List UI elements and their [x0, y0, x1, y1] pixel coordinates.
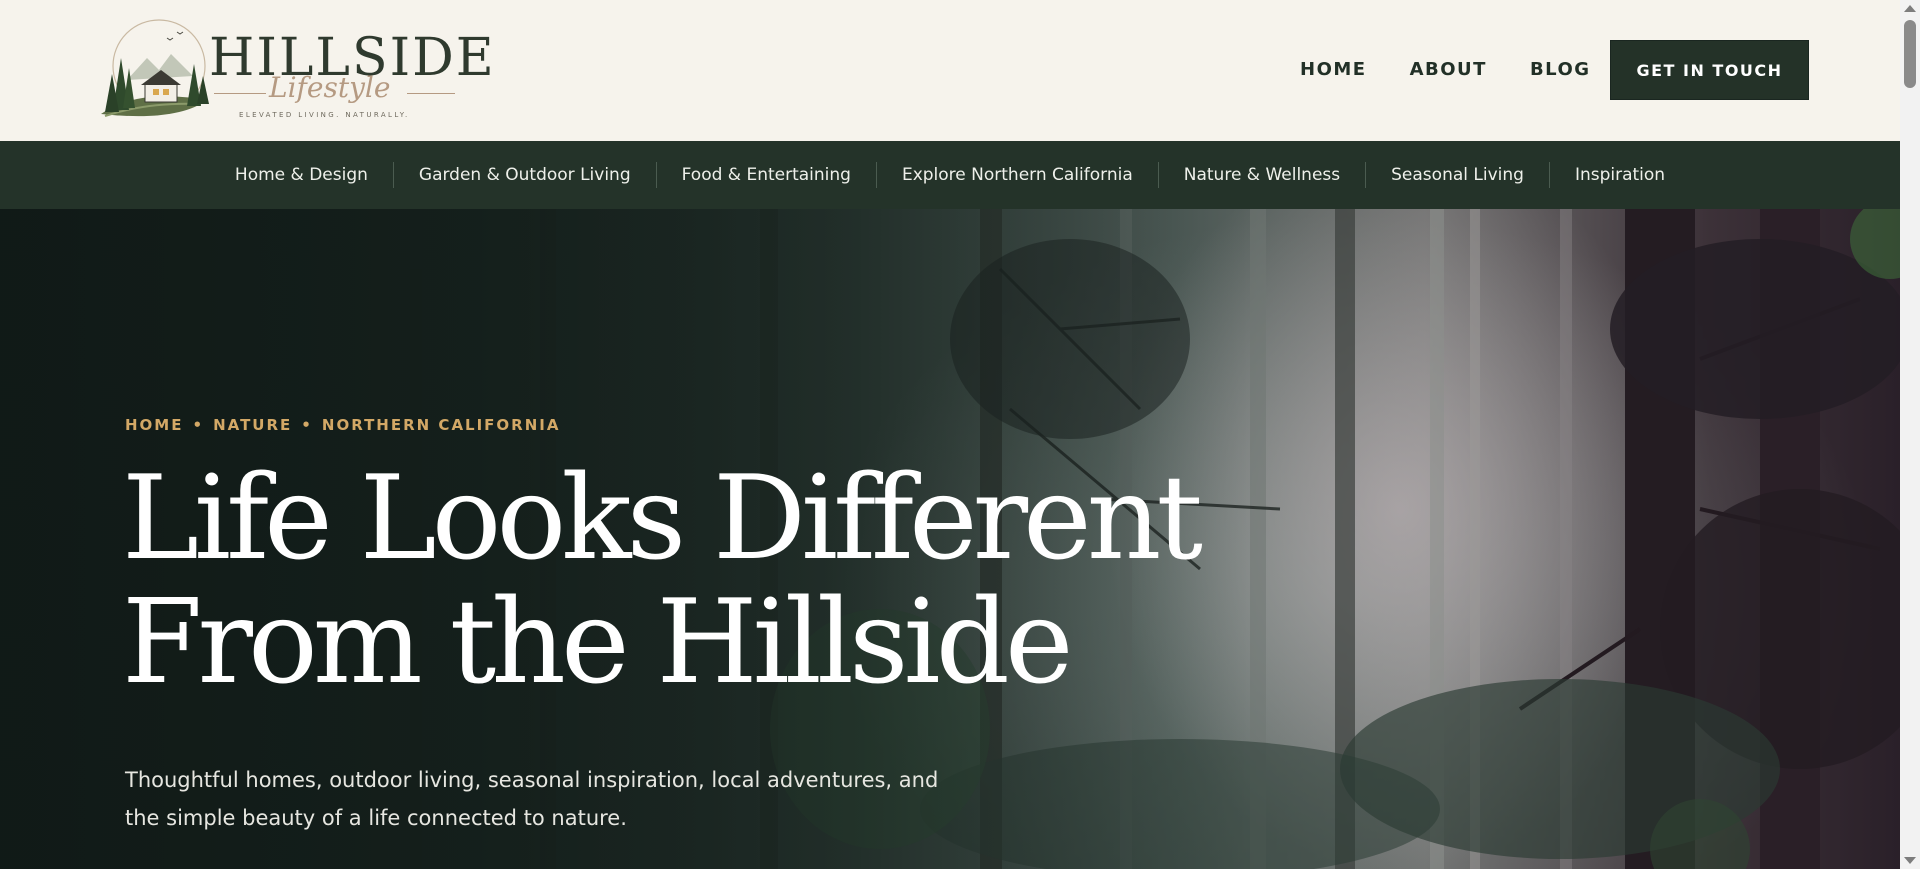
- page-scrollbar[interactable]: [1900, 0, 1920, 869]
- site-header: HILLSIDE Lifestyle ELEVATED LIVING. NATU…: [0, 0, 1900, 141]
- logo-rule-left: [214, 93, 266, 94]
- hero-subtitle: Thoughtful homes, outdoor living, season…: [125, 768, 939, 830]
- category-home-design[interactable]: Home & Design: [210, 162, 393, 188]
- hero-title: Life Looks Different From the Hillside: [122, 457, 1222, 705]
- logo-tagline: ELEVATED LIVING. NATURALLY.: [239, 111, 410, 119]
- breadcrumb: HOME • NATURE • NORTHERN CALIFORNIA: [125, 416, 560, 434]
- hero-title-line-1: Life Looks Different: [122, 451, 1203, 586]
- category-nav: Home & Design Garden & Outdoor Living Fo…: [0, 141, 1900, 209]
- breadcrumb-home[interactable]: HOME: [125, 416, 183, 434]
- category-seasonal-living[interactable]: Seasonal Living: [1365, 162, 1549, 188]
- category-garden-outdoor[interactable]: Garden & Outdoor Living: [392, 162, 656, 188]
- breadcrumb-separator: •: [301, 416, 313, 434]
- logo-script: Lifestyle: [269, 71, 391, 104]
- breadcrumb-separator: •: [192, 416, 205, 434]
- hero-section: HOME • NATURE • NORTHERN CALIFORNIA Life…: [0, 209, 1900, 869]
- nav-blog[interactable]: BLOG: [1530, 56, 1591, 84]
- breadcrumb-nature[interactable]: NATURE: [213, 416, 292, 434]
- category-nature-wellness[interactable]: Nature & Wellness: [1157, 162, 1365, 188]
- nav-about[interactable]: ABOUT: [1410, 56, 1487, 84]
- hero-title-line-2: From the Hillside: [122, 575, 1073, 710]
- primary-nav: HOME ABOUT BLOG: [1300, 56, 1634, 84]
- category-inspiration[interactable]: Inspiration: [1548, 162, 1690, 188]
- scroll-thumb[interactable]: [1904, 20, 1916, 88]
- site-logo[interactable]: HILLSIDE Lifestyle ELEVATED LIVING. NATU…: [97, 18, 494, 124]
- nav-home[interactable]: HOME: [1300, 56, 1367, 84]
- breadcrumb-northern-california[interactable]: NORTHERN CALIFORNIA: [322, 416, 561, 434]
- scroll-up-arrow-icon[interactable]: [1904, 5, 1916, 12]
- logo-rule-right: [407, 93, 455, 94]
- category-explore-norcal[interactable]: Explore Northern California: [875, 162, 1158, 188]
- scroll-down-arrow-icon[interactable]: [1904, 857, 1916, 864]
- pine-forest-cabin-icon: [101, 19, 209, 117]
- category-food-entertaining[interactable]: Food & Entertaining: [655, 162, 876, 188]
- get-in-touch-button[interactable]: GET IN TOUCH: [1610, 40, 1809, 100]
